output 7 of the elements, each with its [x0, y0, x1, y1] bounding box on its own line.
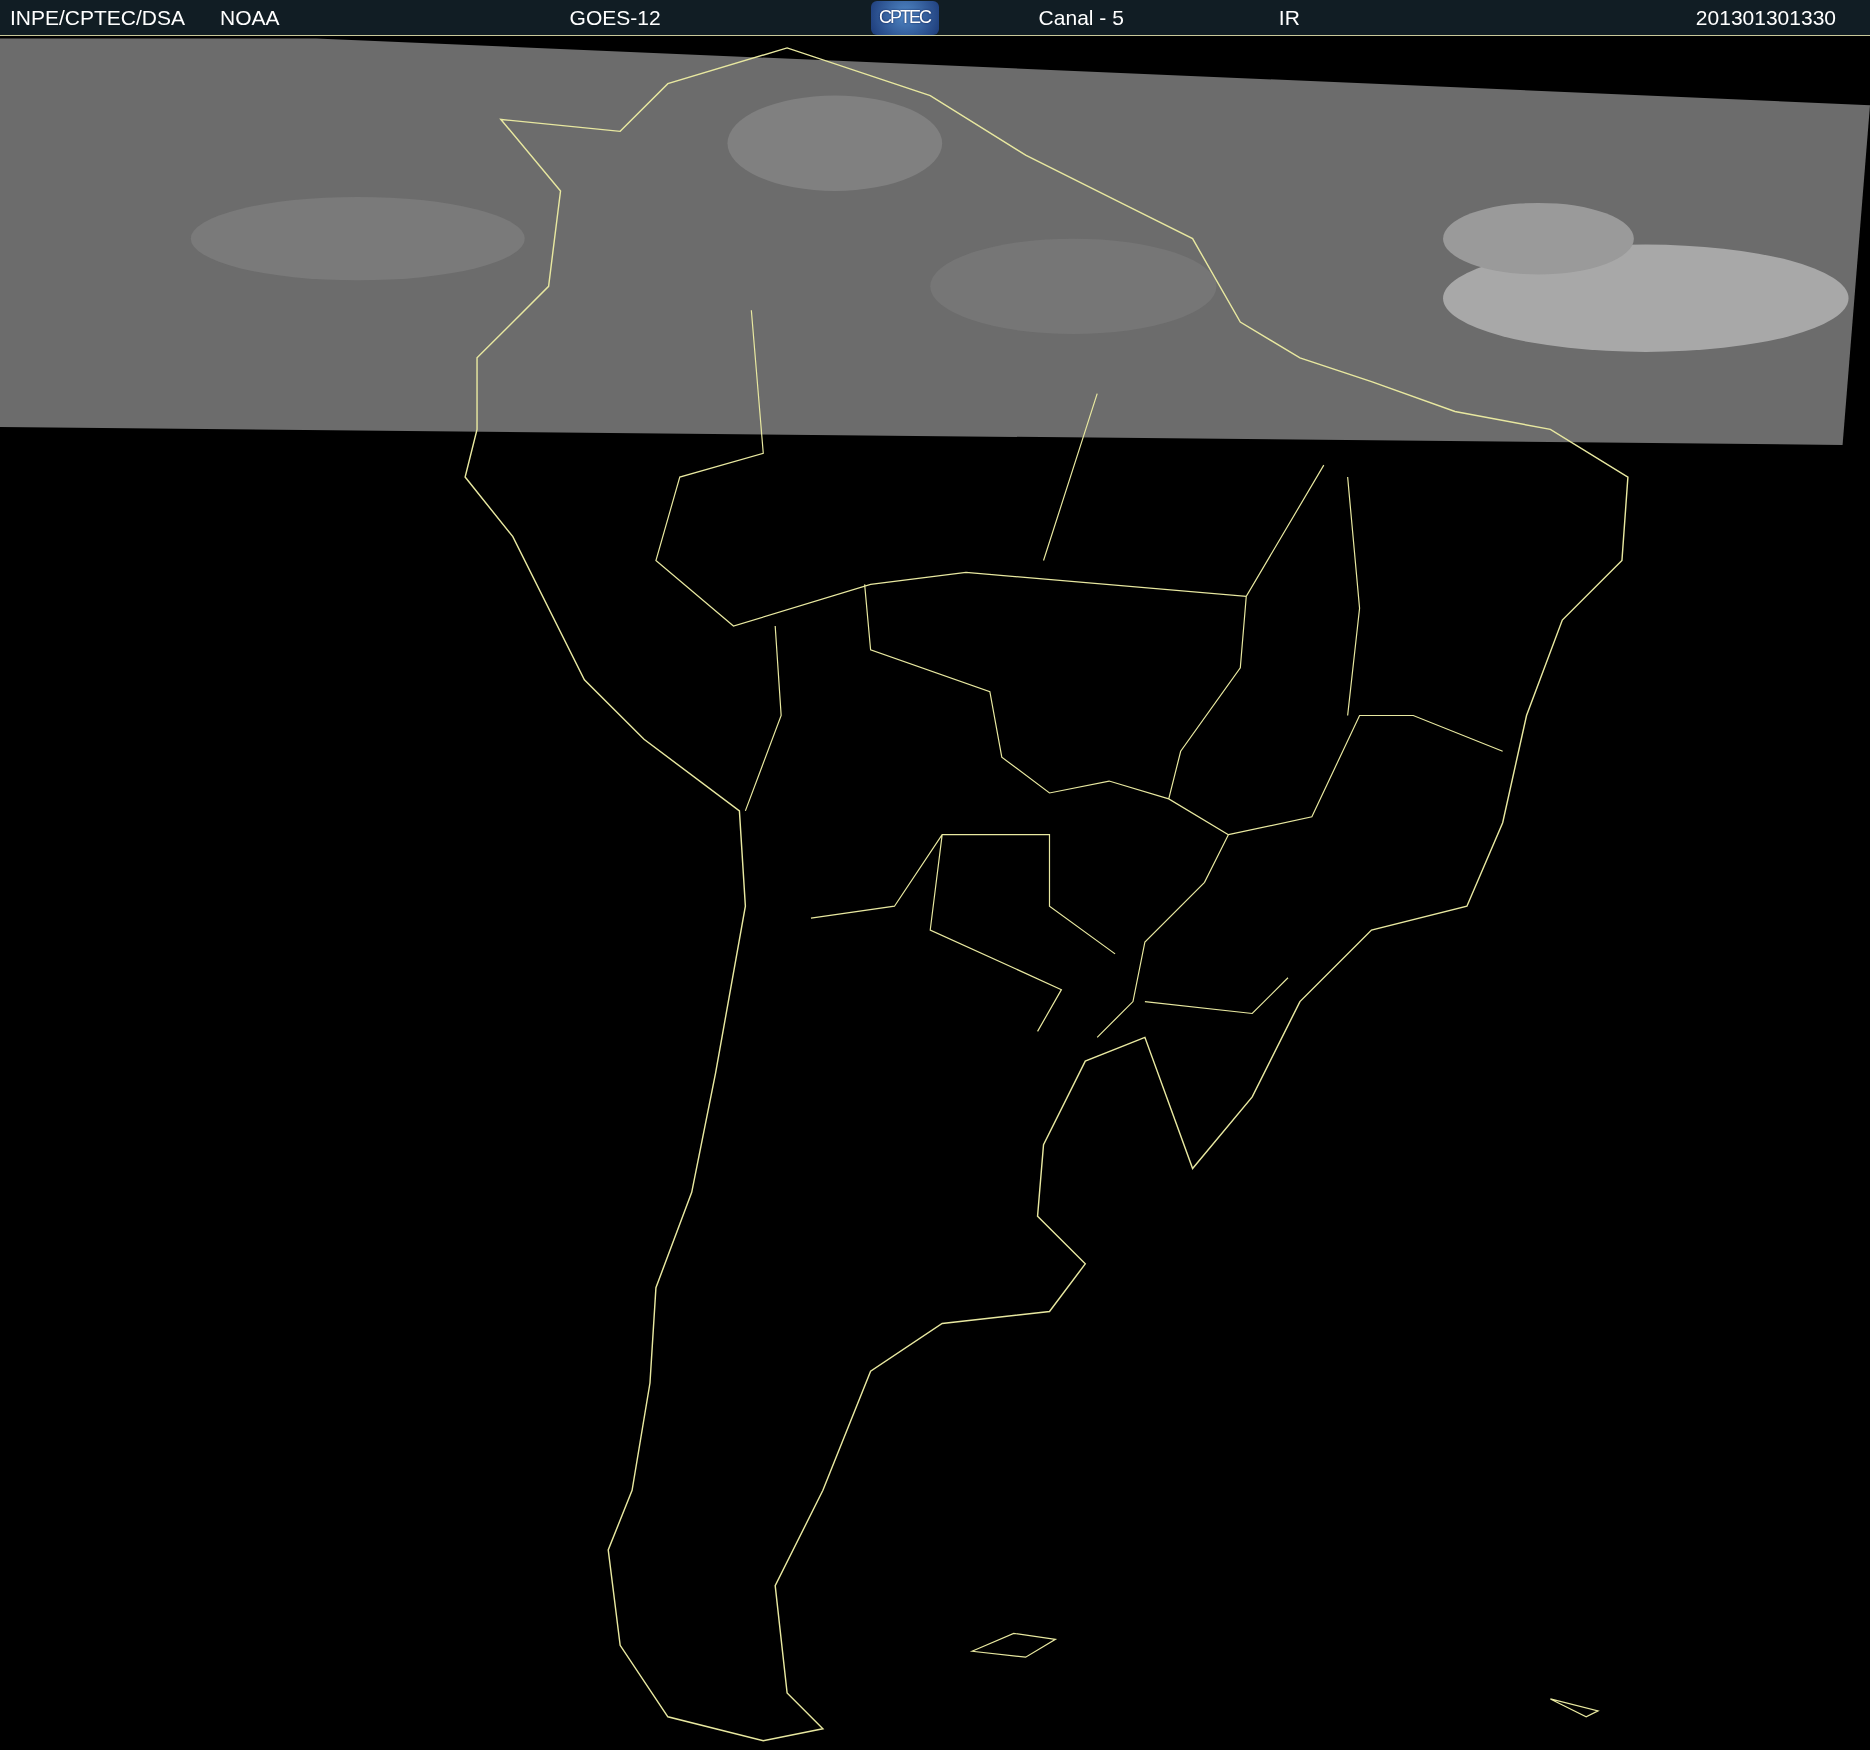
- satellite-label: GOES-12: [569, 5, 661, 30]
- logo: CPTEC: [870, 0, 939, 35]
- band-label: IR: [1278, 5, 1300, 30]
- timestamp-label: 201301301330: [1695, 5, 1836, 30]
- agency-label: NOAA: [220, 5, 280, 30]
- channel-label: Canal - 5: [1038, 5, 1124, 30]
- organization-label: INPE/CPTEC/DSA: [10, 5, 186, 30]
